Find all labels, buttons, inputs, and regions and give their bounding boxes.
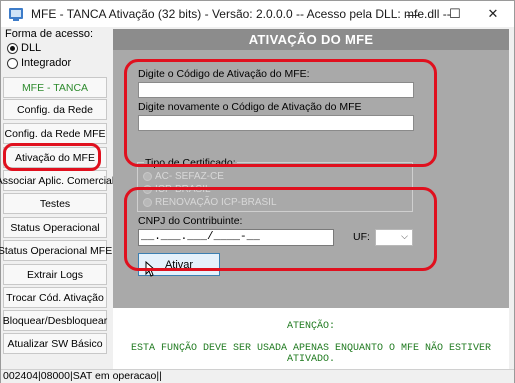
uf-select[interactable]: ⌵	[375, 229, 413, 246]
cert-option-icp: ICP-BRASIL	[143, 184, 211, 195]
cert-option-sefaz-label: AC- SEFAZ-CE	[155, 171, 224, 182]
nav-status-operacional-mfe[interactable]: Status Operacional MFE	[0, 240, 112, 261]
activation-code-confirm-label: Digite novamente o Código de Ativação do…	[138, 101, 362, 113]
attention-title: ATENÇÃO:	[286, 321, 335, 332]
radio-dll[interactable]: DLL	[7, 42, 41, 54]
left-panel: Forma de acesso: DLL Integrador MFE - TA…	[0, 27, 114, 369]
cert-type-label: Tipo de Certificado:	[144, 157, 237, 169]
attention-notice: ATENÇÃO: ESTA FUNÇÃO DEVE SER USADA APEN…	[113, 313, 509, 369]
minimize-button[interactable]: —	[393, 1, 433, 27]
activation-form: Digite o Código de Ativação do MFE: Digi…	[113, 50, 509, 308]
cert-option-icp-indicator	[143, 185, 152, 194]
activation-code-confirm-input[interactable]	[138, 115, 414, 131]
nav-atualizar-sw[interactable]: Atualizar SW Básico	[3, 333, 107, 354]
attention-text: ESTA FUNÇÃO DEVE SER USADA APENAS ENQUAN…	[130, 343, 492, 365]
nav-trocar-cod-ativacao[interactable]: Trocar Cód. Ativação	[3, 287, 107, 308]
window-title: MFE - TANCA Ativação (32 bits) - Versão:…	[31, 7, 451, 21]
radio-integrador-indicator[interactable]	[7, 57, 18, 69]
nav-status-operacional[interactable]: Status Operacional	[3, 217, 107, 238]
main-panel: ATIVAÇÃO DO MFE Digite o Código de Ativa…	[113, 29, 509, 369]
radio-integrador-label: Integrador	[21, 57, 72, 69]
activation-code-input[interactable]	[138, 82, 414, 98]
title-bar: MFE - TANCA Ativação (32 bits) - Versão:…	[1, 1, 514, 27]
radio-integrador[interactable]: Integrador	[7, 57, 71, 69]
mouse-cursor-icon	[145, 261, 157, 277]
cert-option-renovacao-label: RENOVAÇÃO ICP-BRASIL	[155, 197, 277, 208]
nav-extrair-logs[interactable]: Extrair Logs	[3, 264, 107, 285]
ativar-button-label: Ativar	[164, 258, 194, 271]
app-window: MFE - TANCA Ativação (32 bits) - Versão:…	[0, 0, 515, 383]
cert-option-sefaz: AC- SEFAZ-CE	[143, 171, 224, 182]
nav-bloquear-desbloquear[interactable]: Bloquear/Desbloquear	[3, 310, 107, 331]
uf-label: UF:	[353, 231, 370, 243]
nav-testes[interactable]: Testes	[3, 193, 107, 214]
app-icon	[9, 8, 23, 21]
cnpj-label: CNPJ do Contribuinte:	[138, 215, 243, 227]
maximize-button[interactable]: ☐	[435, 1, 475, 27]
close-button[interactable]: ✕	[473, 1, 513, 27]
cert-option-renovacao-indicator	[143, 198, 152, 207]
radio-dll-indicator[interactable]	[7, 42, 18, 54]
nav-associar-aplic[interactable]: Associar Aplic. Comercial	[0, 170, 114, 191]
cnpj-input[interactable]: __.___.___/____-__	[138, 229, 334, 246]
cert-option-renovacao: RENOVAÇÃO ICP-BRASIL	[143, 197, 277, 208]
radio-dll-label: DLL	[21, 42, 42, 54]
nav-config-rede[interactable]: Config. da Rede	[3, 99, 107, 120]
nav-config-rede-mfe[interactable]: Config. da Rede MFE	[3, 123, 107, 144]
nav-ativacao-mfe[interactable]: Ativação do MFE	[3, 147, 107, 168]
nav-mfe-tanca[interactable]: MFE - TANCA	[3, 77, 107, 98]
status-bar: 002404|08000|SAT em operacao||	[1, 369, 514, 383]
chevron-down-icon: ⌵	[401, 231, 408, 241]
page-title: ATIVAÇÃO DO MFE	[113, 29, 509, 50]
access-mode-label: Forma de acesso:	[5, 28, 94, 40]
activation-code-label: Digite o Código de Ativação do MFE:	[138, 68, 310, 80]
cert-option-icp-label: ICP-BRASIL	[155, 184, 211, 195]
cert-option-sefaz-indicator	[143, 172, 152, 181]
